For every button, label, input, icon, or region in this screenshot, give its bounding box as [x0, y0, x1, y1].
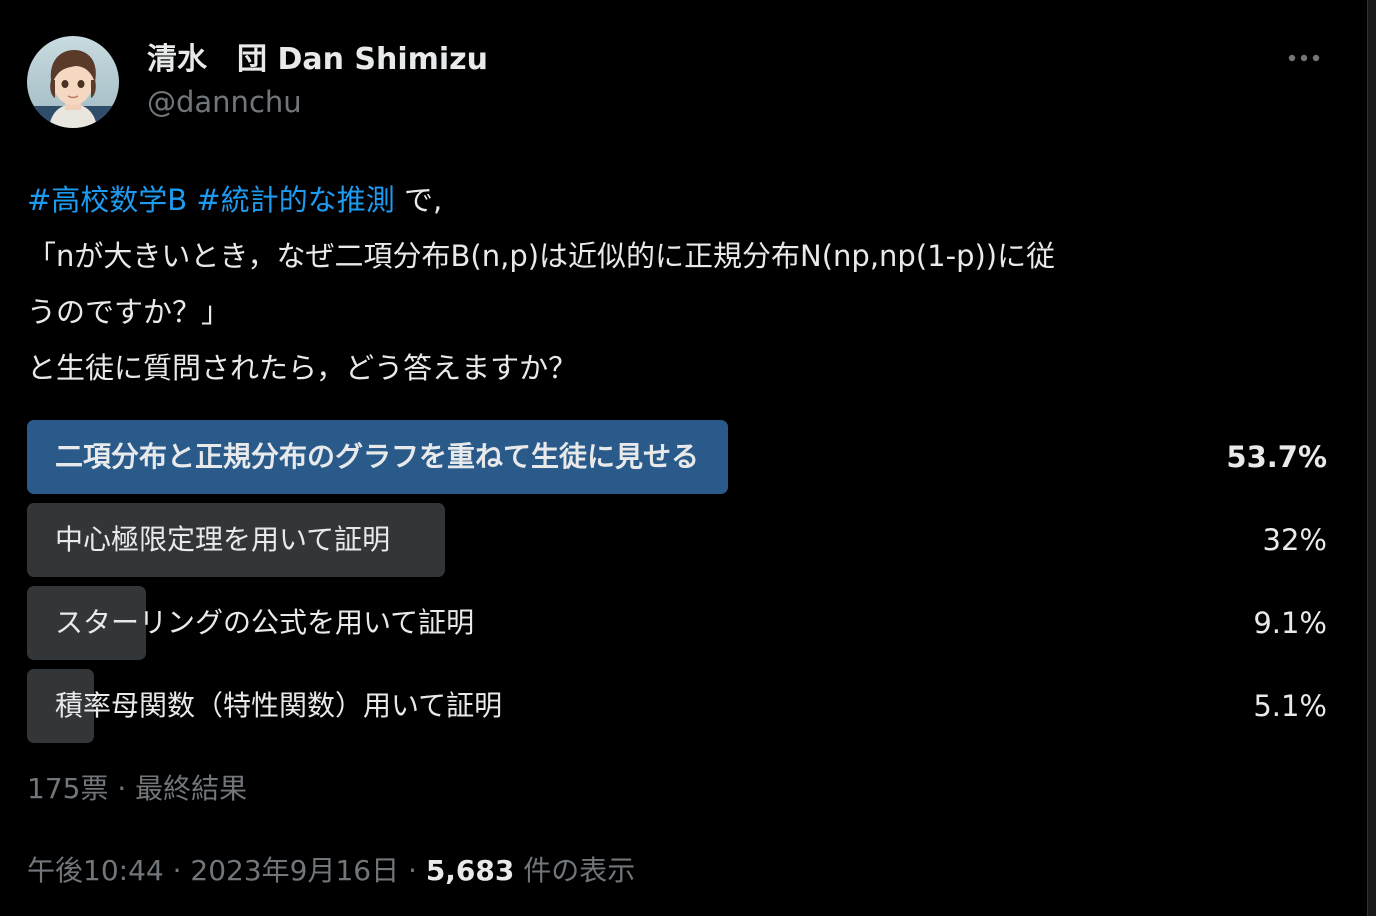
poll-status: 最終結果	[135, 772, 248, 805]
poll-meta: 175票 · 最終結果	[27, 769, 1332, 809]
tweet-line-3: うのですか？」	[27, 295, 231, 329]
poll-option-percent: 5.1%	[1253, 689, 1327, 723]
poll-option-label: 積率母関数（特性関数）用いて証明	[55, 689, 503, 722]
scrollbar-track[interactable]	[1367, 0, 1376, 916]
separator: ·	[108, 772, 136, 805]
author-names: 清水 団 Dan Shimizu @dannchu	[147, 40, 488, 124]
poll-option: 積率母関数（特性関数）用いて証明 5.1%	[27, 669, 1332, 743]
hashtag-link[interactable]: #高校数学B	[27, 183, 187, 217]
tweet-text-segment: で,	[394, 183, 443, 217]
author-display-name[interactable]: 清水 団 Dan Shimizu	[147, 40, 488, 80]
tweet-header: 清水 団 Dan Shimizu @dannchu	[27, 36, 1332, 128]
avatar-illustration-icon	[27, 36, 119, 128]
poll-option-percent: 53.7%	[1226, 440, 1327, 474]
poll-option-label: スターリングの公式を用いて証明	[55, 606, 475, 639]
tweet-line-4: と生徒に質問されたら，どう答えますか？	[27, 351, 578, 385]
poll: 二項分布と正規分布のグラフを重ねて生徒に見せる 53.7% 中心極限定理を用いて証明…	[27, 420, 1332, 743]
hashtag-link[interactable]: #統計的な推測	[196, 183, 394, 217]
avatar[interactable]	[27, 36, 119, 128]
poll-option-label: 中心極限定理を用いて証明	[55, 523, 391, 556]
separator: ·	[163, 854, 191, 887]
more-options-button[interactable]	[1284, 46, 1324, 70]
poll-option: 中心極限定理を用いて証明 32%	[27, 503, 1332, 577]
poll-option: 二項分布と正規分布のグラフを重ねて生徒に見せる 53.7%	[27, 420, 1332, 494]
poll-option-label: 二項分布と正規分布のグラフを重ねて生徒に見せる	[55, 440, 700, 473]
tweet-line-2: 「nが大きいとき，なぜ二項分布B(n,p)は近似的に正規分布N(np,np(1-…	[27, 239, 1056, 273]
timestamp-date[interactable]: 2023年9月16日	[190, 854, 399, 887]
poll-option: スターリングの公式を用いて証明 9.1%	[27, 586, 1332, 660]
poll-option-percent: 9.1%	[1253, 606, 1327, 640]
poll-vote-count: 175票	[27, 772, 109, 805]
separator: ·	[399, 854, 426, 887]
tweet-line-1: #高校数学B #統計的な推測 で,	[27, 172, 1332, 228]
timestamp-time[interactable]: 午後10:44	[27, 854, 164, 887]
views-count: 5,683	[425, 854, 515, 887]
tweet-footer: 午後10:44 · 2023年9月16日 · 5,683 件の表示	[27, 851, 1332, 891]
more-dots-icon	[1288, 54, 1320, 62]
author-handle[interactable]: @dannchu	[147, 80, 488, 124]
tweet-text: #高校数学B #統計的な推測 で, 「nが大きいとき，なぜ二項分布B(n,p)は…	[27, 172, 1332, 396]
poll-option-percent: 32%	[1262, 523, 1327, 557]
views-label: 件の表示	[514, 854, 636, 887]
tweet: 清水 団 Dan Shimizu @dannchu #高校数学B #統計的な推測…	[27, 36, 1332, 891]
